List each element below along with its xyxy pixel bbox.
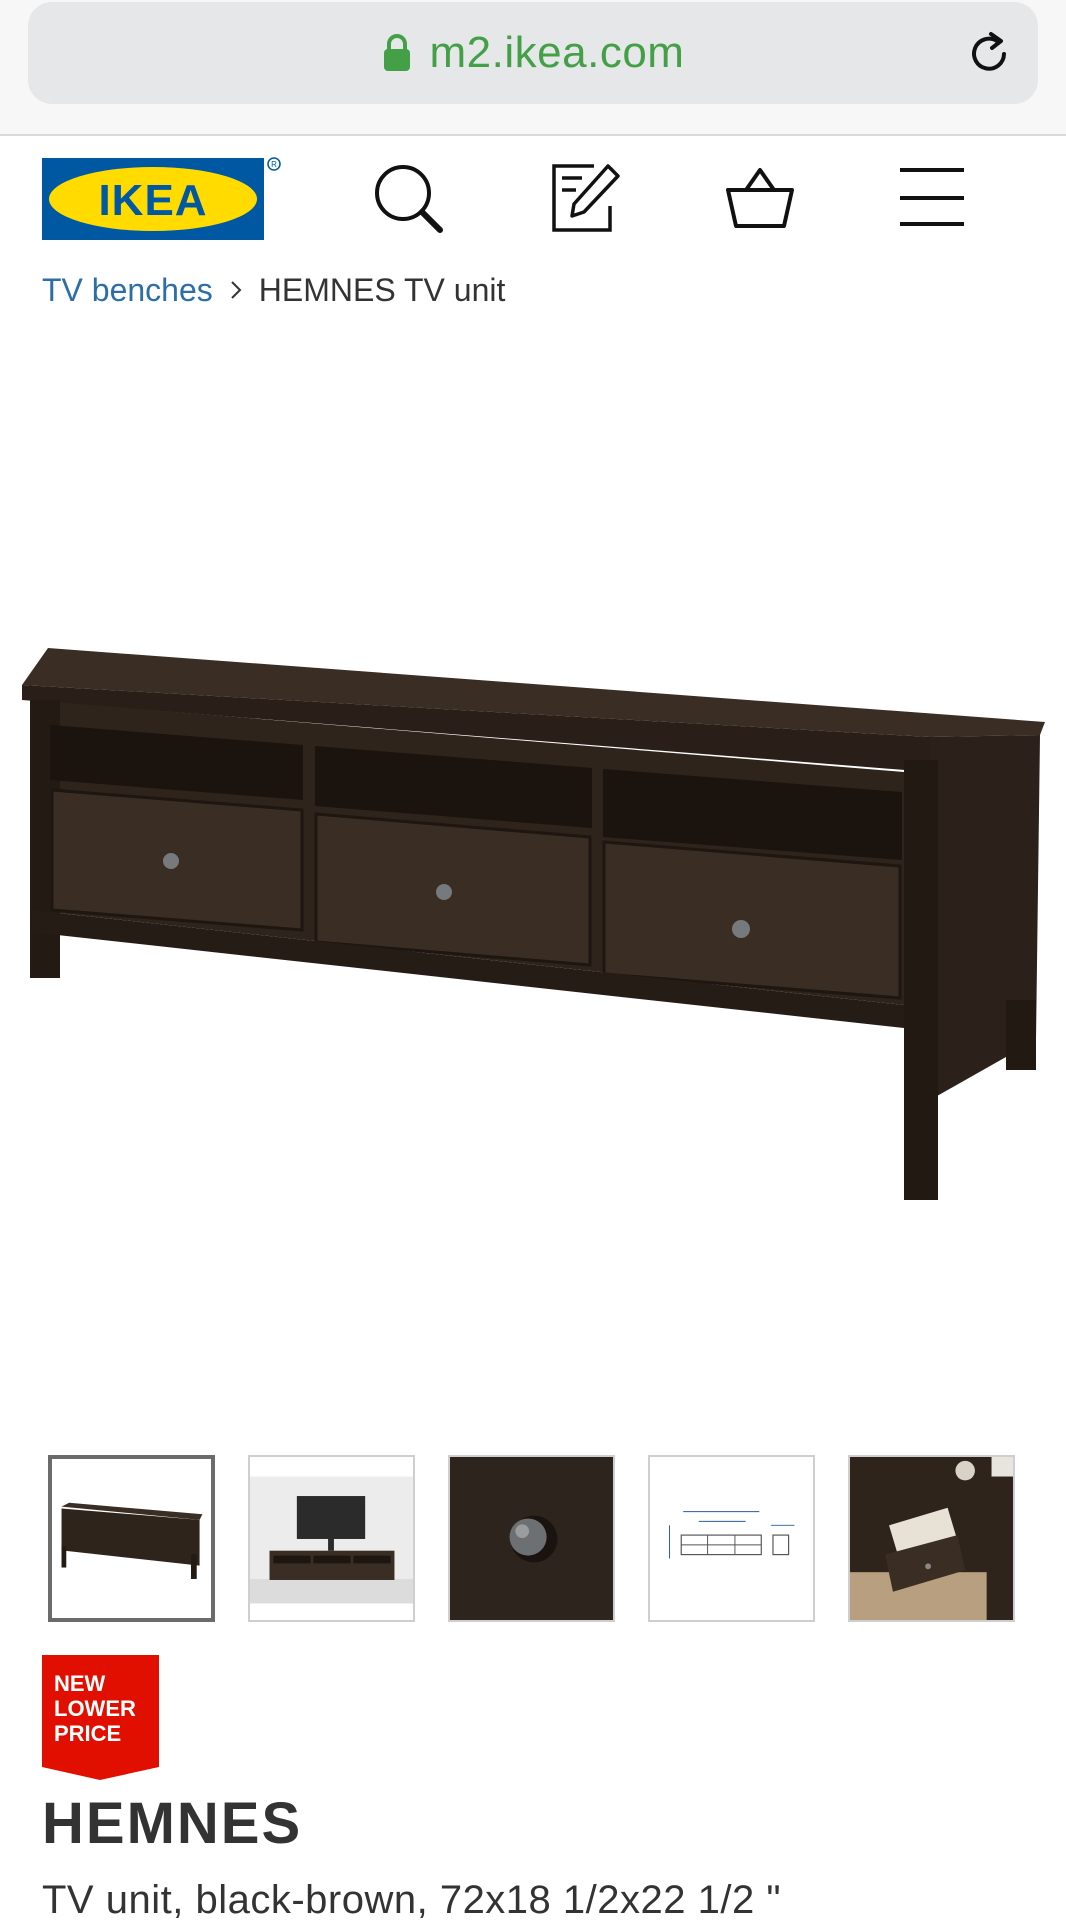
breadcrumb-current: HEMNES TV unit [258,271,506,308]
url-text[interactable]: m2.ikea.com [430,28,685,78]
breadcrumb-tv-benches[interactable]: TV benches [42,272,213,309]
shopping-list-icon[interactable] [546,160,622,236]
breadcrumb: TV benches HEMNES TV unit [42,268,505,312]
badge-line-1: NEW [54,1671,106,1696]
thumbnail-room-setting[interactable] [248,1455,415,1622]
thumbnail-knob-detail[interactable] [448,1455,615,1622]
url-field[interactable]: m2.ikea.com [28,2,1038,104]
ikea-logo[interactable]: IKEA R [42,156,282,242]
svg-text:R: R [271,160,277,169]
lock-icon [383,34,410,71]
shopping-bag-icon[interactable] [722,160,798,236]
badge-line-3: PRICE [54,1721,122,1746]
image-thumbnails [48,1455,1018,1626]
product-description: TV unit, black-brown, 72x18 1/2x22 1/2 " [42,1878,782,1922]
browser-address-bar: m2.ikea.com [0,0,1066,136]
product-name: HEMNES [42,1791,303,1856]
chevron-right-icon [231,281,242,299]
reload-icon[interactable] [964,28,1014,78]
badge-line-2: LOWER [54,1696,136,1721]
search-icon[interactable] [370,160,446,236]
thumbnail-dimensions-drawing[interactable] [648,1455,815,1622]
thumbnail-open-drawer[interactable] [848,1455,1015,1622]
menu-icon[interactable] [894,160,970,236]
new-lower-price-badge: NEW LOWER PRICE [42,1655,159,1780]
product-main-image[interactable] [0,340,1066,1420]
svg-text:IKEA: IKEA [98,176,207,225]
thumbnail-product-front[interactable] [48,1455,215,1622]
